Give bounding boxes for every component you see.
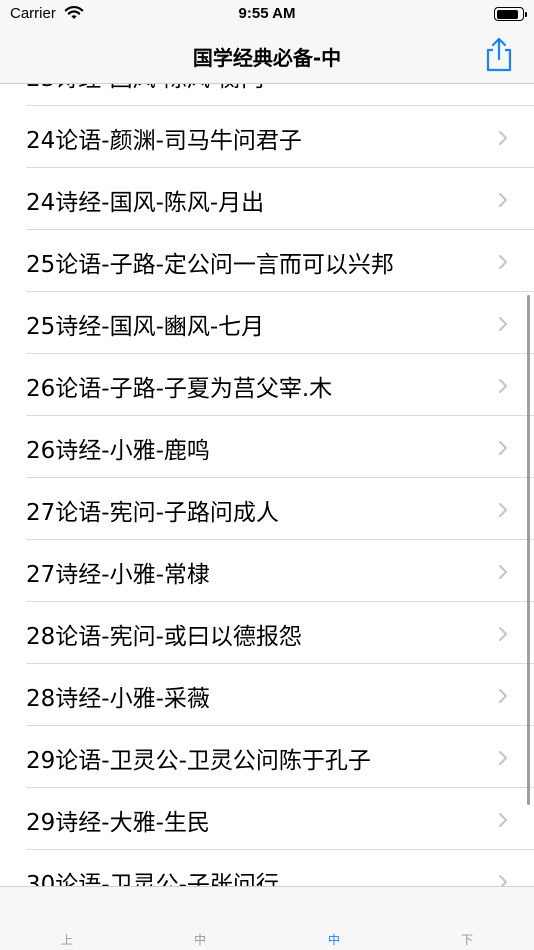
list-item[interactable]: 29诗经-大雅-生民: [0, 788, 534, 850]
chevron-right-icon: [499, 317, 507, 331]
chevron-right-icon: [499, 503, 507, 517]
list-item-label: 25论语-子路-定公问一言而可以兴邦: [26, 252, 394, 278]
list-item[interactable]: 28诗经-小雅-采薇: [0, 664, 534, 726]
list-item[interactable]: 30论语-卫灵公-子张问行: [0, 850, 534, 886]
list-item[interactable]: 24论语-颜渊-司马牛问君子: [0, 106, 534, 168]
list-item-label: 27诗经-小雅-常棣: [26, 562, 210, 588]
list-item[interactable]: 27诗经-小雅-常棣: [0, 540, 534, 602]
list-item-label: 24诗经-国风-陈风-月出: [26, 190, 265, 216]
tab-middle-active[interactable]: 中: [304, 931, 364, 948]
tab-middle[interactable]: 中: [170, 931, 230, 948]
list-item-label: 28诗经-小雅-采薇: [26, 686, 210, 712]
chevron-right-icon: [499, 751, 507, 765]
list-item[interactable]: 29论语-卫灵公-卫灵公问陈于孔子: [0, 726, 534, 788]
tab-bar: 上 中 中 下: [0, 886, 534, 950]
list-item-label: 30论语-卫灵公-子张问行: [26, 872, 279, 886]
list-item[interactable]: 26论语-子路-子夏为莒父宰.木: [0, 354, 534, 416]
chevron-right-icon: [499, 193, 507, 207]
chevron-right-icon: [499, 131, 507, 145]
status-time: 9:55 AM: [238, 5, 296, 22]
chevron-right-icon: [499, 875, 507, 886]
list-item-label: 28论语-宪问-或曰以德报怨: [26, 624, 302, 650]
tab-down[interactable]: 下: [437, 931, 497, 948]
list-item[interactable]: 26诗经-小雅-鹿鸣: [0, 416, 534, 478]
chevron-right-icon: [499, 441, 507, 455]
list-item[interactable]: 25诗经-国风-豳风-七月: [0, 292, 534, 354]
share-icon[interactable]: [482, 36, 516, 72]
navigation-bar: 国学经典必备-中: [0, 30, 534, 84]
battery-icon: [494, 7, 527, 21]
chevron-right-icon: [499, 565, 507, 579]
list-item-label: 23诗经-国风-陈风-衡门: [26, 84, 264, 93]
scroll-indicator[interactable]: [527, 295, 530, 805]
article-list[interactable]: 23诗经-国风-陈风-衡门 24论语-颜渊-司马牛问君子 24诗经-国风-陈风-月出…: [0, 84, 534, 886]
chevron-right-icon: [499, 813, 507, 827]
tab-up[interactable]: 上: [37, 931, 97, 948]
list-item-label: 24论语-颜渊-司马牛问君子: [26, 128, 302, 154]
chevron-right-icon: [499, 379, 507, 393]
battery-level: [496, 9, 519, 19]
list-item-label: 29论语-卫灵公-卫灵公问陈于孔子: [26, 748, 371, 774]
list-item[interactable]: 23诗经-国风-陈风-衡门: [0, 84, 534, 106]
chevron-right-icon: [499, 689, 507, 703]
list-item[interactable]: 25论语-子路-定公问一言而可以兴邦: [0, 230, 534, 292]
list-item-label: 27论语-宪问-子路问成人: [26, 500, 279, 526]
list-item[interactable]: 27论语-宪问-子路问成人: [0, 478, 534, 540]
page-title: 国学经典必备-中: [192, 46, 342, 70]
list-item-label: 29诗经-大雅-生民: [26, 810, 210, 836]
list-item-label: 25诗经-国风-豳风-七月: [26, 314, 265, 340]
list-item[interactable]: 28论语-宪问-或曰以德报怨: [0, 602, 534, 664]
chevron-right-icon: [499, 255, 507, 269]
list-item-label: 26诗经-小雅-鹿鸣: [26, 438, 210, 464]
list-item[interactable]: 24诗经-国风-陈风-月出: [0, 168, 534, 230]
status-bar: Carrier 9:55 AM: [0, 0, 534, 30]
list-item-label: 26论语-子路-子夏为莒父宰.木: [26, 376, 333, 402]
chevron-right-icon: [499, 627, 507, 641]
